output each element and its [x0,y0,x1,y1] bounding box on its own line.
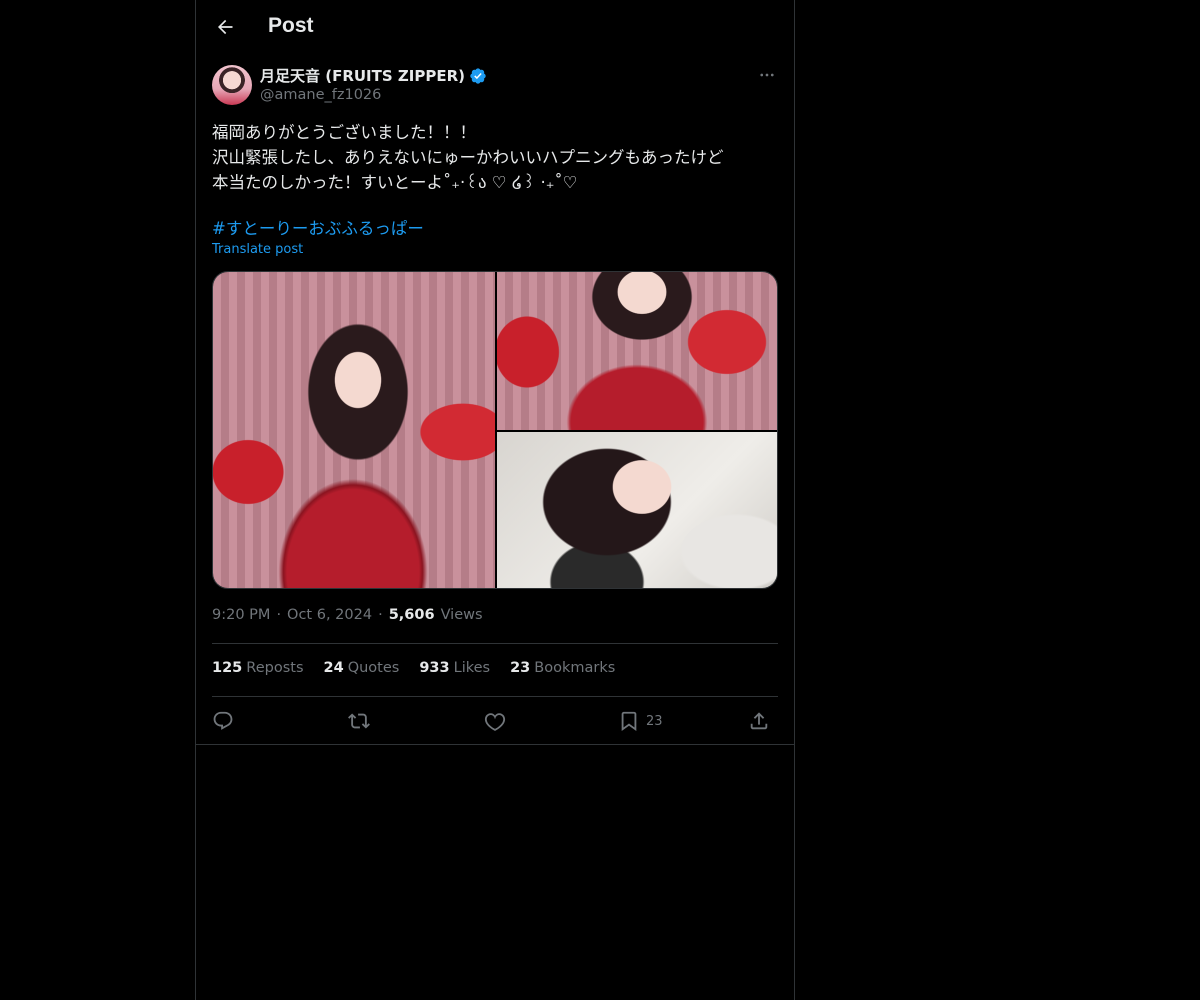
share-button[interactable] [748,708,770,734]
repost-icon [348,713,370,729]
reply-button[interactable] [212,708,234,734]
bookmarks-label: Bookmarks [534,660,616,676]
quotes-count: 24 [323,660,344,676]
post-photo-3[interactable] [497,432,777,588]
back-button[interactable] [208,10,242,44]
divider [212,643,778,644]
more-icon [760,73,774,77]
bookmarks-stat[interactable]: 23 Bookmarks [510,660,615,676]
post-photo-1[interactable] [213,272,495,588]
verified-badge-icon[interactable] [469,67,487,85]
likes-label: Likes [453,660,491,676]
author-handle[interactable]: @amane_fz1026 [260,87,381,103]
bookmarks-count: 23 [510,660,531,676]
page-title: Post [268,14,314,37]
author-display-name[interactable]: 月足天音 (FRUITS ZIPPER) [260,65,465,86]
heart-icon [484,713,506,731]
post-photo-2[interactable] [497,272,777,430]
author-name-row: 月足天音 (FRUITS ZIPPER) [260,65,487,86]
bookmark-button[interactable]: 23 [618,708,663,734]
post-time[interactable]: 9:20 PM [212,607,270,623]
media-grid [212,271,778,589]
arrow-left-icon [218,19,233,35]
meta-separator: · [378,607,383,623]
share-icon [750,712,768,730]
action-bar: 23 [212,708,778,734]
post-bottom-border [196,744,794,745]
post-author-header: 月足天音 (FRUITS ZIPPER) @amane_fz1026 [196,64,794,116]
quotes-stat[interactable]: 24 Quotes [324,660,400,676]
translate-post-link[interactable]: Translate post [212,242,303,257]
bookmark-count: 23 [646,713,663,729]
main-column: Post 月足天音 (FRUITS ZIPPER) @amane_fz1026 … [195,0,795,1000]
views-label: Views [440,607,483,623]
post-date[interactable]: Oct 6, 2024 [287,607,372,623]
divider [212,696,778,697]
hashtag-link[interactable]: #すとーりーおぶふるっぱー [212,215,424,239]
reposts-label: Reposts [246,660,304,676]
quotes-label: Quotes [347,660,400,676]
meta-separator: · [276,607,282,623]
likes-count: 933 [419,660,450,676]
more-options-button[interactable] [756,64,778,86]
views-count: 5,606 [388,607,435,623]
post-text: 福岡ありがとうございました！！！ 沢山緊張したし、ありえないにゅーかわいいハプニ… [212,123,724,192]
like-button[interactable] [484,708,506,734]
post-meta: 9:20 PM · Oct 6, 2024 · 5,606 Views [212,607,483,623]
engagement-stats: 125 Reposts 24 Quotes 933 Likes 23 Bookmarks [212,660,615,676]
reply-icon [213,711,233,730]
reposts-count: 125 [212,660,243,676]
top-bar: Post [196,0,794,54]
likes-stat[interactable]: 933 Likes [419,660,490,676]
avatar[interactable] [212,65,252,105]
bookmark-icon [621,711,637,732]
reposts-stat[interactable]: 125 Reposts [212,660,304,676]
repost-button[interactable] [348,708,370,734]
